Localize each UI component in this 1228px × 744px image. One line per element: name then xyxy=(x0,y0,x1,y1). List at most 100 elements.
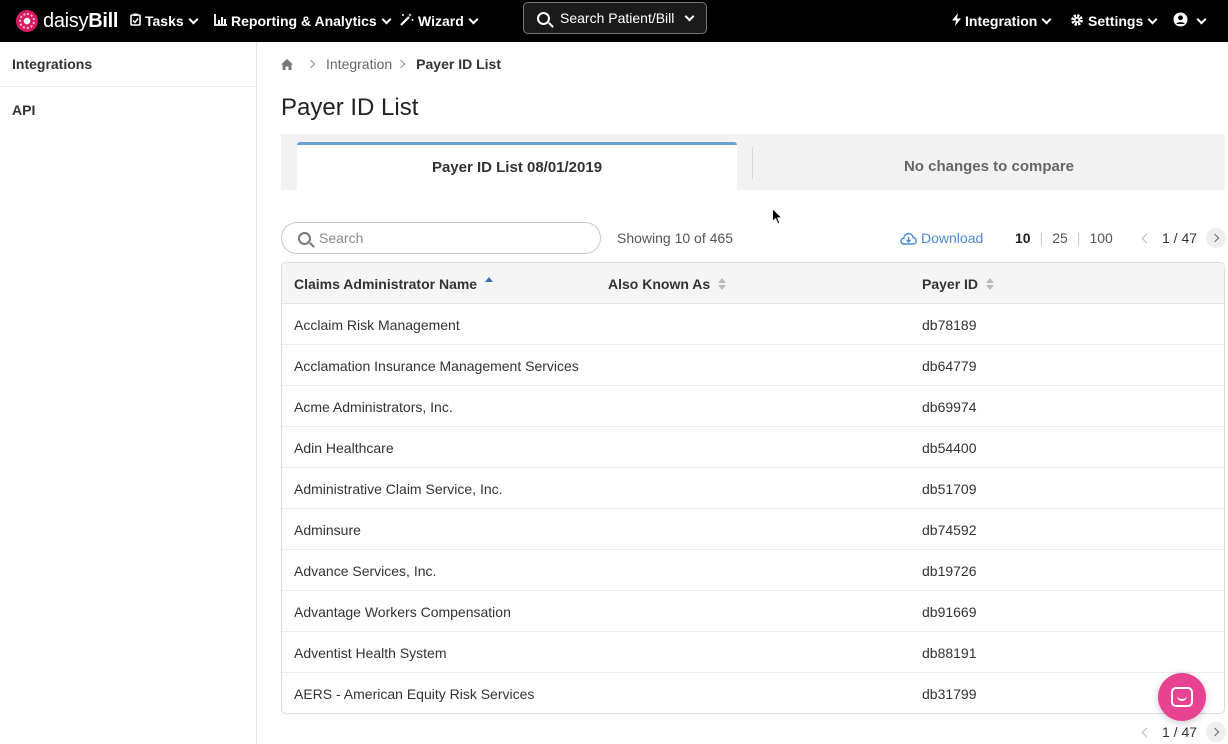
top-pagination: 1 / 47 xyxy=(1141,228,1227,248)
cloud-download-icon xyxy=(900,232,917,245)
column-header-name-label: Claims Administrator Name xyxy=(294,276,478,292)
nav-reporting-label: Reporting & Analytics xyxy=(231,13,377,29)
chart-bar-icon xyxy=(214,13,227,29)
table-row[interactable]: Advantage Workers Compensation db91669 xyxy=(282,591,1224,632)
table-row[interactable]: Acme Administrators, Inc. db69974 xyxy=(282,386,1224,427)
payer-id-table: Claims Administrator Name Also Known As … xyxy=(281,262,1225,714)
table-search-input[interactable] xyxy=(319,230,579,246)
cell-name: Adin Healthcare xyxy=(294,440,394,456)
search-icon xyxy=(537,11,550,25)
table-row[interactable]: Adventist Health System db88191 xyxy=(282,632,1224,673)
page-size-25[interactable]: 25 xyxy=(1052,230,1068,246)
sidebar-item-api[interactable]: API xyxy=(0,87,256,132)
page-title: Payer ID List xyxy=(281,94,419,121)
logo-suffix: Bill xyxy=(88,9,119,32)
nav-tasks-label: Tasks xyxy=(145,13,184,29)
table-row[interactable]: AERS - American Equity Risk Services db3… xyxy=(282,673,1224,713)
chat-icon xyxy=(1171,687,1193,707)
nav-integration-label: Integration xyxy=(965,13,1038,29)
sidebar: Integrations API xyxy=(0,42,257,744)
cell-name: Advantage Workers Compensation xyxy=(294,604,511,620)
cell-payer-id: db64779 xyxy=(922,358,977,374)
cell-name: Acme Administrators, Inc. xyxy=(294,399,453,415)
table-search-field[interactable] xyxy=(281,222,601,254)
chevron-down-icon xyxy=(684,11,695,21)
nav-integration[interactable]: Integration xyxy=(952,0,1052,42)
chevron-right-icon xyxy=(1210,233,1220,243)
chevron-left-icon[interactable] xyxy=(1141,233,1152,243)
cell-payer-id: db54400 xyxy=(922,440,977,456)
cell-payer-id: db91669 xyxy=(922,604,977,620)
magic-wand-icon xyxy=(400,13,414,29)
breadcrumb-current: Payer ID List xyxy=(416,56,501,72)
table-body: Acclaim Risk Management db78189 Acclamat… xyxy=(282,304,1224,713)
table-header: Claims Administrator Name Also Known As … xyxy=(282,263,1224,304)
cell-payer-id: db74592 xyxy=(922,522,977,538)
chevron-down-icon xyxy=(468,14,479,24)
column-header-payer-id[interactable]: Payer ID xyxy=(922,276,995,292)
tab-compare-changes[interactable]: No changes to compare xyxy=(753,142,1225,190)
nav-settings[interactable]: Settings xyxy=(1070,0,1158,42)
chevron-down-icon xyxy=(381,14,392,24)
daisy-logo-icon xyxy=(16,10,38,32)
mouse-cursor-icon xyxy=(772,207,784,230)
column-header-aka-label: Also Known As xyxy=(608,276,711,292)
cell-payer-id: db19726 xyxy=(922,563,977,579)
column-header-name[interactable]: Claims Administrator Name xyxy=(294,276,494,292)
page-size-100[interactable]: 100 xyxy=(1089,230,1112,246)
column-header-aka[interactable]: Also Known As xyxy=(608,276,727,292)
cell-name: AERS - American Equity Risk Services xyxy=(294,686,535,702)
chevron-down-icon xyxy=(1041,14,1052,24)
home-icon[interactable] xyxy=(281,59,293,70)
table-row[interactable]: Adin Healthcare db54400 xyxy=(282,427,1224,468)
chevron-down-icon xyxy=(1196,14,1207,24)
breadcrumb: Integration Payer ID List xyxy=(281,55,501,73)
nav-tasks[interactable]: Tasks xyxy=(130,0,199,42)
cell-name: Advance Services, Inc. xyxy=(294,563,437,579)
separator: | xyxy=(1076,230,1081,246)
next-page-button[interactable] xyxy=(1206,722,1227,742)
chevron-right-icon xyxy=(396,59,406,69)
download-button[interactable]: Download xyxy=(900,230,983,246)
cell-name: Acclaim Risk Management xyxy=(294,317,460,333)
tab-payer-id-list-version[interactable]: Payer ID List 08/01/2019 xyxy=(297,142,737,190)
bottom-pagination: 1 / 47 xyxy=(1141,722,1227,742)
nav-wizard[interactable]: Wizard xyxy=(400,0,479,42)
chevron-right-icon xyxy=(1210,727,1220,737)
user-circle-icon xyxy=(1173,12,1188,30)
daisybill-logo[interactable]: daisyBill xyxy=(16,10,118,33)
page-size-10[interactable]: 10 xyxy=(1015,230,1031,246)
nav-user-menu[interactable] xyxy=(1173,0,1207,42)
top-nav: daisyBill Tasks Reporting & Analytics Wi… xyxy=(0,0,1228,42)
chevron-left-icon[interactable] xyxy=(1141,727,1152,737)
sort-icon xyxy=(986,278,995,290)
page-size-selector: 10 | 25 | 100 xyxy=(1015,230,1113,246)
bolt-icon xyxy=(952,13,961,29)
table-row[interactable]: Advance Services, Inc. db19726 xyxy=(282,550,1224,591)
cell-payer-id: db31799 xyxy=(922,686,977,702)
cell-name: Adventist Health System xyxy=(294,645,447,661)
download-label: Download xyxy=(921,230,984,246)
table-row[interactable]: Adminsure db74592 xyxy=(282,509,1224,550)
search-icon xyxy=(298,231,311,245)
patient-bill-search-button[interactable]: Search Patient/Bill xyxy=(523,2,707,34)
next-page-button[interactable] xyxy=(1206,228,1227,248)
cell-name: Administrative Claim Service, Inc. xyxy=(294,481,503,497)
cell-payer-id: db88191 xyxy=(922,645,977,661)
nav-settings-label: Settings xyxy=(1088,13,1144,29)
clipboard-check-icon xyxy=(130,13,141,29)
sort-ascending-icon xyxy=(485,277,494,282)
chevron-right-icon xyxy=(306,59,316,69)
chevron-down-icon xyxy=(188,14,199,24)
sidebar-item-integrations[interactable]: Integrations xyxy=(0,42,256,87)
nav-reporting[interactable]: Reporting & Analytics xyxy=(214,0,392,42)
chevron-down-icon xyxy=(1147,14,1158,24)
table-row[interactable]: Acclaim Risk Management db78189 xyxy=(282,304,1224,345)
page-indicator: 1 / 47 xyxy=(1162,230,1198,246)
version-tabs: Payer ID List 08/01/2019 No changes to c… xyxy=(281,134,1225,190)
table-row[interactable]: Acclamation Insurance Management Service… xyxy=(282,345,1224,386)
table-row[interactable]: Administrative Claim Service, Inc. db517… xyxy=(282,468,1224,509)
breadcrumb-integration[interactable]: Integration xyxy=(326,56,392,72)
cell-name: Adminsure xyxy=(294,522,361,538)
chat-launcher-button[interactable] xyxy=(1158,673,1206,721)
